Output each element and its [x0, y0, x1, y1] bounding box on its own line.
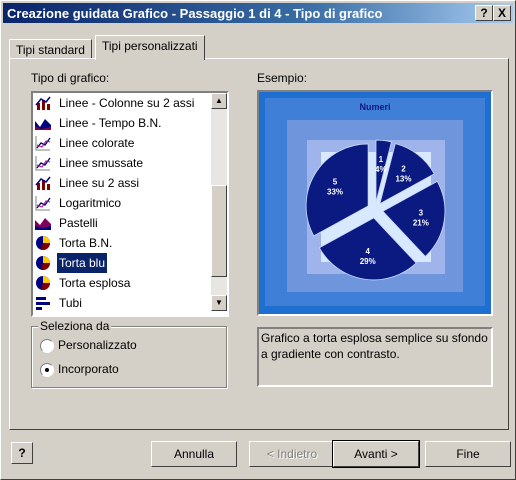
list-item[interactable]: Linee - Colonne su 2 assi	[35, 93, 209, 113]
chart-type-list[interactable]: Linee - Colonne su 2 assi Linee - Tempo B…	[31, 91, 229, 317]
slice-category-label: 5	[333, 177, 338, 186]
list-item[interactable]: Torta esplosa	[35, 273, 209, 293]
finish-button[interactable]: Fine	[425, 441, 511, 467]
slice-category-label: 2	[401, 164, 406, 173]
back-button[interactable]: < Indietro	[249, 441, 335, 467]
slice-percent-label: 29%	[360, 257, 376, 266]
list-item-label: Torta B.N.	[59, 236, 113, 250]
list-item[interactable]: Linee su 2 assi	[35, 173, 209, 193]
list-item[interactable]: Torta B.N.	[35, 233, 209, 253]
help-button[interactable]: ?	[11, 442, 33, 464]
window-title: Creazione guidata Grafico - Passaggio 1 …	[7, 6, 383, 21]
list-item-label: Logaritmico	[59, 196, 122, 210]
slice-percent-label: 4%	[375, 165, 387, 174]
pie-icon	[35, 275, 51, 291]
line-icon	[35, 135, 51, 151]
cancel-button[interactable]: Annulla	[151, 441, 237, 467]
list-item-label: Torta blu	[55, 252, 109, 274]
example-label: Esempio:	[257, 71, 308, 85]
close-button[interactable]: X	[493, 5, 511, 21]
slice-category-label: 1	[379, 155, 384, 164]
radio-builtin-label[interactable]: Incorporato	[58, 362, 119, 376]
chart-type-label: Tipo di grafico:	[31, 71, 110, 85]
scroll-thumb[interactable]	[211, 185, 227, 277]
list-item-label: Tubi	[59, 296, 82, 310]
chart-wizard-dialog: Creazione guidata Grafico - Passaggio 1 …	[0, 0, 516, 480]
line-icon	[35, 155, 51, 171]
list-item[interactable]: Linee - Tempo B.N.	[35, 113, 209, 133]
list-item[interactable]: Torta blu	[35, 252, 209, 274]
line-column-icon	[35, 95, 51, 111]
scroll-down-button[interactable]: ▼	[211, 295, 227, 311]
chart-title: Numeri	[359, 102, 390, 112]
list-scrollbar[interactable]: ▲ ▼	[211, 93, 227, 311]
pie-chart: Numeri 14% 213% 321% 429% 533%	[265, 98, 485, 306]
tab-standard-types[interactable]: Tipi standard	[9, 39, 92, 60]
line-column-icon	[35, 175, 51, 191]
line-icon	[35, 195, 51, 211]
radio-builtin[interactable]	[40, 363, 54, 377]
next-button[interactable]: Avanti >	[332, 440, 420, 468]
area-bw-icon	[35, 115, 51, 131]
list-item-label: Linee - Tempo B.N.	[59, 116, 162, 130]
tab-custom-types[interactable]: Tipi personalizzati	[95, 35, 205, 60]
scroll-up-button[interactable]: ▲	[211, 93, 227, 109]
group-legend: Seleziona da	[38, 319, 112, 333]
chart-preview: Numeri 1 4% 2 13% 3 21% 4 29% 5 33%	[257, 90, 493, 316]
list-item[interactable]: Pastelli	[35, 213, 209, 233]
slice-category-label: 4	[366, 247, 371, 256]
slice-percent-label: 13%	[395, 174, 411, 183]
radio-custom[interactable]	[40, 339, 54, 353]
list-item-label: Linee - Colonne su 2 assi	[59, 96, 195, 110]
pie-icon	[35, 255, 51, 271]
area-icon	[35, 215, 51, 231]
slice-percent-label: 21%	[413, 218, 429, 227]
pie-icon	[35, 235, 51, 251]
select-from-group: Seleziona da Personalizzato Incorporato	[31, 319, 227, 388]
list-item-label: Linee su 2 assi	[59, 176, 140, 190]
title-bar: Creazione guidata Grafico - Passaggio 1 …	[3, 3, 513, 23]
tab-label: Tipi personalizzati	[102, 39, 198, 53]
tab-label: Tipi standard	[16, 43, 85, 57]
bar-icon	[35, 295, 51, 311]
help-title-button[interactable]: ?	[475, 5, 493, 21]
list-item-label: Linee colorate	[59, 136, 135, 150]
list-item[interactable]: Linee colorate	[35, 133, 209, 153]
list-item[interactable]: Logaritmico	[35, 193, 209, 213]
list-item-label: Linee smussate	[59, 156, 144, 170]
list-item-label: Pastelli	[59, 216, 98, 230]
radio-custom-label[interactable]: Personalizzato	[58, 338, 137, 352]
slice-percent-label: 33%	[327, 187, 343, 196]
example-description: Grafico a torta esplosa semplice su sfon…	[257, 327, 493, 387]
help-icon: ?	[18, 446, 26, 460]
list-item[interactable]: Tubi	[35, 293, 209, 313]
slice-category-label: 3	[419, 208, 424, 217]
list-item[interactable]: Linee smussate	[35, 153, 209, 173]
list-item-label: Torta esplosa	[59, 276, 131, 290]
